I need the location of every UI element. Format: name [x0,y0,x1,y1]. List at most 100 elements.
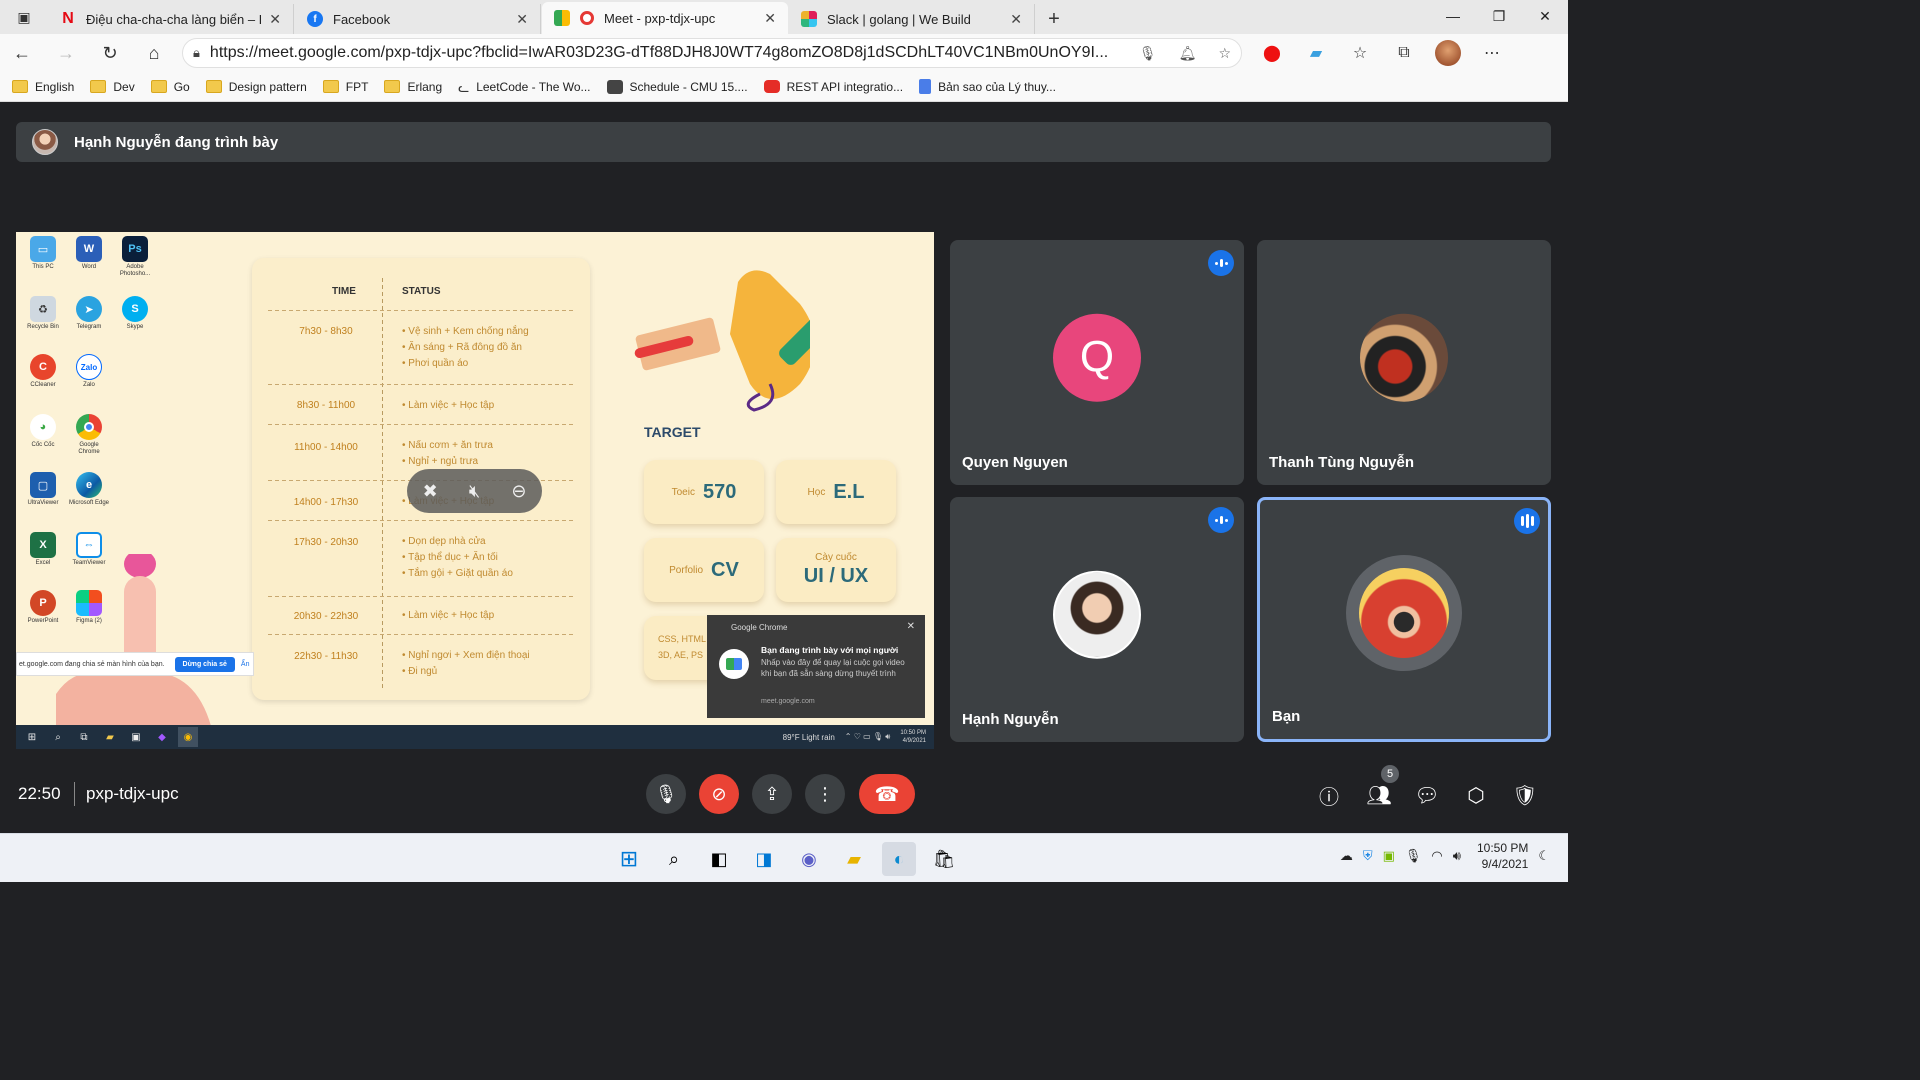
more-options-button[interactable]: ⋮ [805,774,845,814]
bookmark-leetcode[interactable]: ᓚ LeetCode - The Wo... [458,80,590,96]
minimize-icon[interactable]: — [1430,0,1476,32]
close-icon[interactable]: ✕ [1010,11,1022,28]
recording-icon [580,11,594,25]
volume-icon[interactable]: 🔊︎ [1453,848,1461,864]
home-icon[interactable]: ⌂ [132,34,176,72]
search-icon[interactable]: ⌕ [657,842,691,876]
bookmark-go[interactable]: Go [150,80,190,94]
meet-main: Hạnh Nguyễn đang trình bày ▭ This PC W Wor… [0,103,1568,833]
microphone-icon[interactable]: 🎙︎ [1405,848,1422,864]
timetable-time: 8h30 - 11h00 [296,400,356,411]
weather-text: 89°F Light rain [782,732,835,742]
bookmark-erlang[interactable]: Erlang [384,80,442,94]
wifi-icon[interactable]: ◠ [1431,848,1442,864]
microphone-icon[interactable]: 🎙︎ [1139,45,1157,62]
notification-icon[interactable]: ☾ [1538,848,1550,864]
participant-tile-quyen[interactable]: Q Quyen Nguyen [950,240,1244,485]
participant-name: Hạnh Nguyễn [962,711,1059,728]
task-view-icon[interactable]: ◧ [702,842,736,876]
unpin-icon[interactable]: ✖︎ [423,481,438,502]
favorite-star-icon[interactable]: ☆ [1218,45,1231,62]
activities-icon[interactable]: ⬡ [1461,780,1491,810]
reload-icon[interactable]: ↻ [88,34,132,72]
tab-netflix[interactable]: N Điệu cha-cha-cha làng biển – Ph ✕ [48,4,294,34]
profile-avatar[interactable] [1426,34,1470,72]
tab-facebook[interactable]: f Facebook ✕ [295,4,541,34]
browser-toolbar: ← → ↻ ⌂ 🔒︎ https://meet.google.com/pxp-t… [0,34,1568,72]
bookmark-design-pattern[interactable]: Design pattern [205,80,307,94]
close-icon[interactable]: ✕ [269,11,281,28]
nvidia-icon[interactable]: ▣ [1383,848,1395,864]
participant-tile-hanh[interactable]: Hạnh Nguyễn [950,497,1244,742]
leave-call-button[interactable]: ☎︎ [859,774,915,814]
hand-pencil-illustration [634,270,810,412]
mute-audio-icon[interactable]: 🔇︎ [469,481,480,502]
edge-icon[interactable]: ◐ [882,842,916,876]
taskbar-clock[interactable]: 10:50 PM 9/4/2021 [1477,840,1528,872]
maximize-icon[interactable]: ❐ [1476,0,1522,32]
defender-icon[interactable]: ⛨ [1363,848,1373,864]
close-icon[interactable]: ✕ [516,11,528,28]
folder-extension-icon[interactable]: ▰ [1294,34,1338,72]
telegram-icon: ➤ [76,296,102,322]
bookmarks-bar: English Dev Go Design pattern FPT Erlang… [0,72,1568,102]
people-icon[interactable]: 👥︎ [1364,780,1394,810]
participant-tile-self[interactable]: Bạn [1257,497,1551,742]
address-bar[interactable]: 🔒︎ https://meet.google.com/pxp-tdjx-upc?… [182,38,1242,68]
teams-chat-icon[interactable]: ◉ [792,842,826,876]
presenter-avatar [32,129,58,155]
notification-blocked-icon[interactable]: 🔔︎ [1179,45,1197,62]
present-screen-button[interactable]: ⇪ [752,774,792,814]
close-window-icon[interactable]: ✕ [1522,0,1568,32]
desktop-icon-chrome: Google Chrome [68,414,110,456]
widgets-icon[interactable]: ◨ [747,842,781,876]
windows-start-icon[interactable]: ⊞ [612,842,646,876]
store-icon[interactable]: 🛍︎ [927,842,961,876]
microphone-button[interactable]: 🎙︎ [646,774,686,814]
host-controls-icon[interactable]: 🛡︎ [1510,780,1540,810]
notification-title: Bạn đang trình bày với mọi người [761,645,899,655]
bookmark-dev[interactable]: Dev [90,80,135,94]
bookmark-english[interactable]: English [12,80,74,94]
remove-icon[interactable]: ⊖ [511,481,526,502]
bookmark-rest-api[interactable]: REST API integratio... [763,80,903,94]
camera-off-button[interactable]: ⊘ [699,774,739,814]
close-icon[interactable]: ✕ [907,621,915,632]
more-menu-icon[interactable]: ⋯ [1470,34,1514,72]
folder-icon [90,80,107,93]
forward-icon[interactable]: → [44,34,88,72]
stop-sharing-button[interactable]: Dừng chia sẻ [174,656,235,672]
screen-share-bar: et.google.com đang chia sẻ màn hình của … [16,652,254,676]
meeting-time: 22:50 [18,784,61,803]
windows-start-icon: ⊞ [27,731,37,743]
meeting-code: pxp-tdjx-upc [86,784,179,803]
url-text[interactable]: https://meet.google.com/pxp-tdjx-upc?fbc… [210,44,1117,62]
lock-icon[interactable]: 🔒︎ [193,45,200,61]
participant-tile-thanh-tung[interactable]: Thanh Tùng Nguyễn [1257,240,1551,485]
tab-actions-icon[interactable]: ▣ [0,0,48,34]
favorites-icon[interactable]: ☆ [1338,34,1382,72]
bookmark-schedule[interactable]: Schedule - CMU 15.... [606,79,748,94]
timetable-time: 7h30 - 8h30 [299,326,353,337]
participant-avatar [1346,554,1462,671]
onedrive-icon[interactable]: ☁︎ [1340,848,1353,864]
tab-slack[interactable]: Slack | golang | We Build ✕ [789,4,1035,34]
chrome-notification[interactable]: Google Chrome ✕ Bạn đang trình bày với mọ… [707,615,925,718]
bookmark-ban-sao[interactable]: Bản sao của Lý thuy... [919,79,1056,94]
file-explorer-icon[interactable]: ▰ [837,842,871,876]
opera-extension-icon[interactable]: ⬤ [1250,34,1294,72]
notification-body: Nhấp vào đây để quay lại cuộc gọi video … [761,658,905,678]
chat-icon[interactable]: 💬︎ [1412,780,1442,810]
new-tab-button[interactable]: + [1036,4,1072,34]
close-icon[interactable]: ✕ [764,10,776,27]
slack-icon [801,11,817,27]
desktop-icon-recycle-bin: ♻ Recycle Bin [22,296,64,331]
recycle-bin-icon: ♻ [30,296,56,322]
meeting-details-icon[interactable]: ⓘ [1314,780,1344,810]
collections-icon[interactable]: ⧉ [1382,34,1426,72]
hide-share-bar-button[interactable]: Ẩn [241,661,250,668]
bookmark-fpt[interactable]: FPT [322,80,368,94]
powerpoint-icon: P [30,590,56,616]
tab-meet[interactable]: Meet - pxp-tdjx-upc ✕ [542,2,788,34]
back-icon[interactable]: ← [0,34,44,72]
